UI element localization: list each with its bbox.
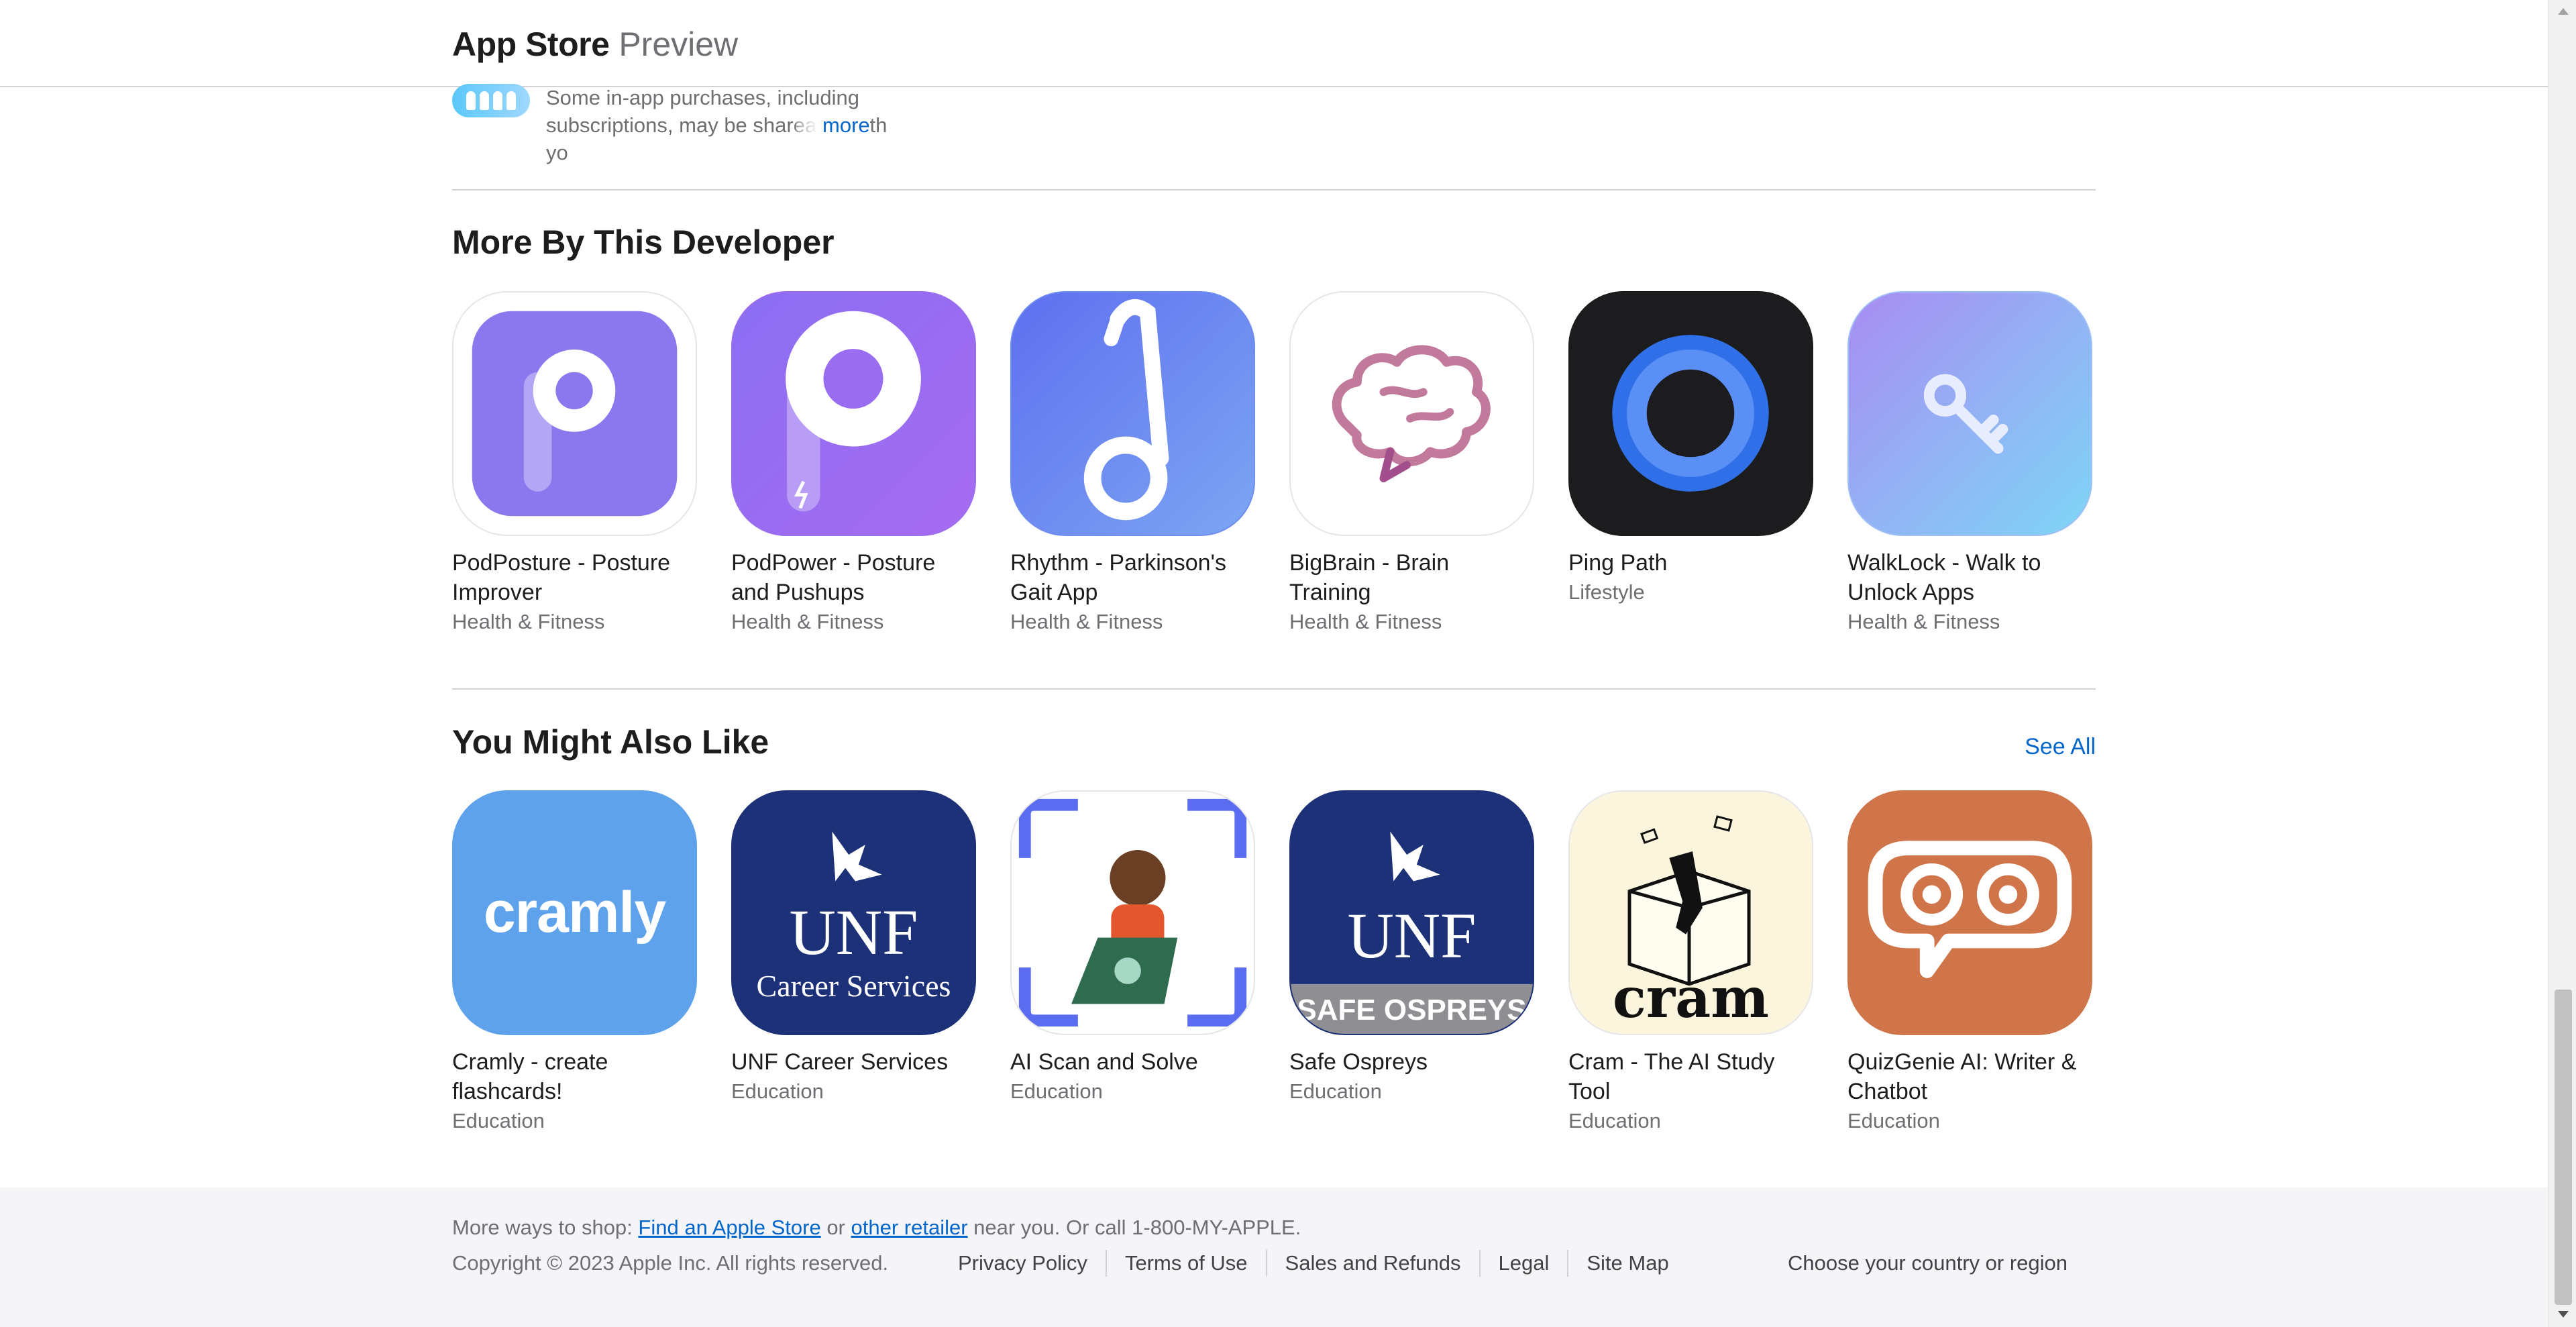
app-category: Health & Fitness: [1289, 610, 1442, 633]
ways-suffix: near you. Or call 1-800-MY-APPLE.: [967, 1216, 1301, 1239]
podpower-icon: [731, 291, 976, 536]
privacy-policy-link[interactable]: Privacy Policy: [958, 1250, 1106, 1277]
podposture-icon: [452, 291, 697, 536]
cramly-icon-text: cramly: [483, 880, 666, 945]
app-category: Health & Fitness: [731, 610, 884, 633]
cram-icon: cram: [1568, 790, 1813, 1035]
app-card[interactable]: PodPosture - Posture Improver Health & F…: [452, 291, 697, 636]
family-more-link[interactable]: more: [796, 111, 870, 139]
section-divider: [452, 189, 2096, 191]
scrollbar[interactable]: [2548, 0, 2576, 1327]
rhythm-icon: [1010, 291, 1255, 536]
other-retailer-link[interactable]: other retailer: [851, 1216, 968, 1239]
footer-links: Privacy Policy Terms of Use Sales and Re…: [958, 1250, 1687, 1277]
cram-icon-text: cram: [1612, 966, 1770, 1030]
safe-ospreys-sub-text: SAFE OSPREYS: [1297, 994, 1527, 1026]
walklock-icon: [1847, 291, 2092, 536]
app-name: PodPosture - Posture Improver: [452, 550, 671, 605]
brand-app-store: App Store: [452, 25, 610, 63]
scroll-down-arrow-icon[interactable]: [2558, 1311, 2569, 1318]
app-name: Safe Ospreys: [1289, 1049, 1428, 1075]
app-card[interactable]: cram Cram - The AI Study Tool Education: [1568, 790, 1813, 1135]
unf-sub-text: Career Services: [756, 969, 951, 1003]
quizgenie-icon: [1847, 790, 2092, 1035]
app-category: Education: [1568, 1109, 1661, 1132]
unf-text: UNF: [789, 896, 918, 968]
app-card[interactable]: WalkLock - Walk to Unlock Apps Health & …: [1847, 291, 2092, 636]
app-category: Health & Fitness: [1847, 610, 2000, 633]
scrollbar-thumb[interactable]: [2555, 990, 2572, 1305]
choose-country-link[interactable]: Choose your country or region: [1788, 1250, 2068, 1277]
you-might-also-like-title: You Might Also Like: [452, 723, 769, 761]
legal-link[interactable]: Legal: [1479, 1250, 1568, 1277]
app-name: Ping Path: [1568, 550, 1668, 576]
app-category: Education: [1289, 1079, 1382, 1103]
see-all-link[interactable]: See All: [2025, 732, 2096, 761]
app-card[interactable]: Ping Path Lifestyle: [1568, 291, 1813, 606]
app-category: Education: [731, 1079, 824, 1103]
ai-scan-icon: [1010, 790, 1255, 1035]
app-category: Education: [452, 1109, 545, 1132]
app-card[interactable]: UNF Career Services UNF Career Services …: [731, 790, 976, 1106]
app-card[interactable]: cramly Cramly - create flashcards! Educa…: [452, 790, 697, 1135]
app-card[interactable]: BigBrain - Brain Training Health & Fitne…: [1289, 291, 1534, 636]
family-sharing-icon: [452, 84, 530, 117]
app-name: UNF Career Services: [731, 1049, 949, 1075]
app-name: PodPower - Posture and Pushups: [731, 550, 936, 605]
unf-career-icon: UNF Career Services: [731, 790, 976, 1035]
scroll-up-arrow-icon[interactable]: [2558, 8, 2569, 15]
app-store-header: App Store Preview: [0, 0, 2548, 87]
bigbrain-icon: [1289, 291, 1534, 536]
unf-text: UNF: [1347, 900, 1477, 971]
app-card[interactable]: UNF SAFE OSPREYS Safe Ospreys Education: [1289, 790, 1534, 1106]
app-name: Cramly - create flashcards!: [452, 1049, 608, 1104]
app-store-logo[interactable]: App Store Preview: [452, 24, 738, 64]
copyright: Copyright © 2023 Apple Inc. All rights r…: [452, 1251, 889, 1275]
family-sharing-row: Some in-app purchases, including subscri…: [452, 84, 989, 164]
app-category: Lifestyle: [1568, 580, 1645, 604]
app-category: Health & Fitness: [1010, 610, 1163, 633]
section-divider: [452, 688, 2096, 690]
app-name: BigBrain - Brain Training: [1289, 550, 1450, 605]
app-category: Health & Fitness: [452, 610, 605, 633]
app-name: Cram - The AI Study Tool: [1568, 1049, 1775, 1104]
app-name: AI Scan and Solve: [1010, 1049, 1198, 1075]
app-card[interactable]: QuizGenie AI: Writer & Chatbot Education: [1847, 790, 2092, 1135]
sales-and-refunds-link[interactable]: Sales and Refunds: [1265, 1250, 1479, 1277]
find-apple-store-link[interactable]: Find an Apple Store: [638, 1216, 820, 1239]
pingpath-icon: [1568, 291, 1813, 536]
app-card[interactable]: PodPower - Posture and Pushups Health & …: [731, 291, 976, 636]
cramly-icon: cramly: [452, 790, 697, 1035]
app-name: WalkLock - Walk to Unlock Apps: [1847, 550, 2041, 605]
app-category: Education: [1010, 1079, 1103, 1103]
app-card[interactable]: Rhythm - Parkinson's Gait App Health & F…: [1010, 291, 1255, 636]
ways-prefix: More ways to shop:: [452, 1216, 639, 1239]
footer: More ways to shop: Find an Apple Store o…: [0, 1187, 2548, 1327]
terms-of-use-link[interactable]: Terms of Use: [1105, 1250, 1266, 1277]
app-category: Education: [1847, 1109, 1940, 1132]
or-text: or: [820, 1216, 851, 1239]
app-name: QuizGenie AI: Writer & Chatbot: [1847, 1049, 2077, 1104]
app-card[interactable]: AI Scan and Solve Education: [1010, 790, 1255, 1106]
safe-ospreys-icon: UNF SAFE OSPREYS: [1289, 790, 1534, 1035]
app-name: Rhythm - Parkinson's Gait App: [1010, 550, 1227, 605]
more-by-developer-title: More By This Developer: [452, 223, 835, 261]
brand-preview: Preview: [619, 25, 739, 63]
more-ways-to-shop: More ways to shop: Find an Apple Store o…: [452, 1214, 1301, 1241]
site-map-link[interactable]: Site Map: [1567, 1250, 1686, 1277]
